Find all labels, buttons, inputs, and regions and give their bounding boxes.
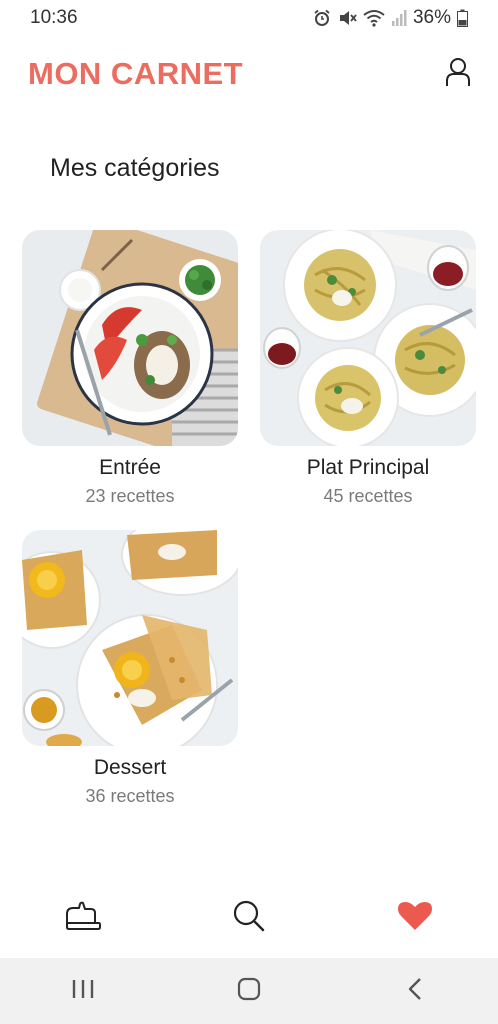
category-card-plat-principal[interactable]: Plat Principal 45 recettes — [260, 230, 476, 507]
category-card-dessert[interactable]: Dessert 36 recettes — [22, 530, 238, 807]
status-bar: 10:36 36% — [0, 0, 498, 36]
category-count: 45 recettes — [323, 486, 413, 506]
salad-plate-photo[interactable] — [22, 230, 238, 446]
recent-apps-button[interactable] — [53, 966, 113, 1016]
status-time: 10:36 — [30, 7, 78, 28]
category-name: Dessert — [93, 756, 167, 779]
status-icons: 36% — [313, 7, 468, 29]
search-icon — [232, 899, 266, 938]
category-name: Entrée — [99, 456, 161, 479]
app-title: MON CARNET — [28, 56, 244, 91]
pasta-plates-photo[interactable] — [260, 230, 476, 446]
tab-recipes[interactable] — [55, 890, 111, 946]
home-icon — [237, 977, 261, 1006]
mute-icon — [337, 9, 357, 27]
wifi-icon — [363, 9, 385, 27]
category-count: 36 recettes — [85, 786, 175, 806]
heart-icon — [398, 901, 432, 936]
back-icon — [407, 977, 423, 1006]
tab-favorites[interactable] — [387, 890, 443, 946]
battery-percent: 36% — [412, 7, 451, 28]
app-screen: 10:36 36% MON CARNET Mes catégories Entr… — [0, 0, 498, 1024]
profile-button[interactable] — [440, 56, 476, 92]
category-count: 23 recettes — [85, 486, 175, 506]
signal-icon — [391, 9, 407, 27]
home-button[interactable] — [219, 966, 279, 1016]
section-title: Mes catégories — [50, 154, 220, 182]
alarm-icon — [313, 9, 331, 27]
user-icon — [445, 57, 471, 92]
battery-icon — [457, 9, 468, 27]
bottom-tab-bar — [0, 885, 498, 951]
category-name: Plat Principal — [306, 456, 430, 479]
tab-search[interactable] — [221, 890, 277, 946]
recent-apps-icon — [71, 978, 95, 1005]
crepes-photo[interactable] — [22, 530, 238, 746]
category-card-entree[interactable]: Entrée 23 recettes — [22, 230, 238, 507]
oven-mitt-icon — [64, 901, 102, 936]
app-header: MON CARNET — [28, 52, 476, 96]
back-button[interactable] — [385, 966, 445, 1016]
system-nav-bar — [0, 958, 498, 1024]
